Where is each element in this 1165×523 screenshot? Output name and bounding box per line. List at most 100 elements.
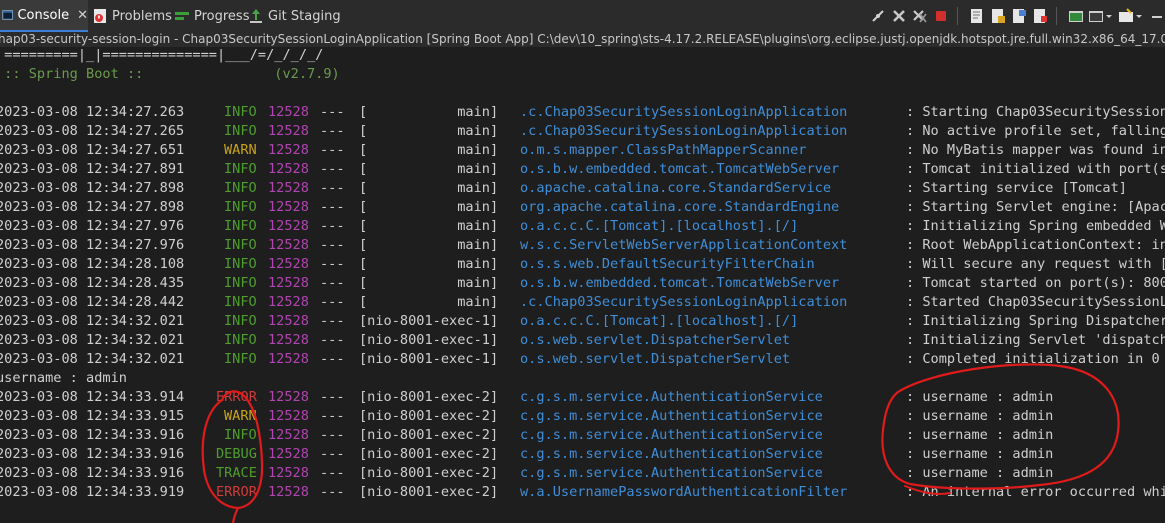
pin-console-icon[interactable] [1067, 7, 1084, 25]
plain-output: username : admin [0, 370, 127, 386]
log-line: username : admin [0, 369, 1165, 388]
log-thread: [nio-8001-exec-1] [359, 332, 499, 348]
log-line: 2023-03-08 12:34:27.898 INFO 12528 --- [ mai… [0, 179, 1165, 198]
log-message: : No active profile set, falling back to… [906, 123, 1165, 139]
log-logger: .c.Chap03SecuritySessionLoginApplication [520, 294, 848, 310]
log-separator: --- [320, 484, 345, 500]
log-separator: --- [320, 123, 345, 139]
log-logger: c.g.s.m.service.AuthenticationService [520, 465, 823, 481]
clear-console-icon[interactable] [968, 7, 985, 25]
banner-line: :: Spring Boot :: (v2.7.9) [0, 66, 340, 82]
log-pid: 12528 [268, 332, 309, 348]
log-pid: 12528 [268, 427, 309, 443]
log-separator: --- [320, 104, 345, 120]
log-logger: c.g.s.m.service.AuthenticationService [520, 408, 823, 424]
log-pid: 12528 [268, 408, 309, 424]
log-line: 2023-03-08 12:34:32.021 INFO 12528 --- [nio-… [0, 331, 1165, 350]
disconnect-icon[interactable] [869, 7, 886, 25]
problems-icon [94, 9, 106, 23]
log-separator: --- [320, 446, 345, 462]
console-icon [2, 10, 14, 20]
log-line: 2023-03-08 12:34:33.919 ERROR 12528 --- [nio… [0, 483, 1165, 502]
log-logger: o.s.web.servlet.DispatcherServlet [520, 332, 791, 348]
log-message: : Will secure any request with [org.spri… [906, 256, 1165, 272]
log-timestamp: 2023-03-08 12:34:28.108 [0, 256, 185, 272]
log-logger: o.s.s.web.DefaultSecurityFilterChain [520, 256, 815, 272]
console-toolbar [865, 6, 1165, 26]
log-thread: [ main] [359, 275, 499, 291]
log-pid: 12528 [268, 180, 309, 196]
log-message: : Tomcat initialized with port(s): 8001 … [906, 161, 1165, 177]
log-separator: --- [320, 161, 345, 177]
remove-all-terminated-icon[interactable] [911, 7, 928, 25]
log-separator: --- [320, 408, 345, 424]
log-pid: 12528 [268, 313, 309, 329]
log-timestamp: 2023-03-08 12:34:32.021 [0, 313, 185, 329]
log-line: 2023-03-08 12:34:28.435 INFO 12528 --- [ mai… [0, 274, 1165, 293]
log-separator: --- [320, 294, 345, 310]
log-separator: --- [320, 465, 345, 481]
log-logger: o.apache.catalina.core.StandardService [520, 180, 831, 196]
log-timestamp: 2023-03-08 12:34:32.021 [0, 332, 185, 348]
log-message: : Starting Servlet engine: [Apache Tomca… [906, 199, 1165, 215]
log-timestamp: 2023-03-08 12:34:33.916 [0, 427, 185, 443]
log-timestamp: 2023-03-08 12:34:27.263 [0, 104, 185, 120]
log-logger: .c.Chap03SecuritySessionLoginApplication [520, 104, 848, 120]
log-level: INFO [224, 427, 257, 443]
console-output[interactable]: =========|_|==============|___/=/_/_/_/ … [0, 47, 1165, 523]
log-logger: c.g.s.m.service.AuthenticationService [520, 427, 823, 443]
log-pid: 12528 [268, 237, 309, 253]
log-message: : Root WebApplicationContext: initializa… [906, 237, 1165, 253]
log-pid: 12528 [268, 142, 309, 158]
log-timestamp: 2023-03-08 12:34:27.265 [0, 123, 185, 139]
log-thread: [ main] [359, 294, 499, 310]
log-level: INFO [224, 104, 257, 120]
tab-problems[interactable]: Problems [92, 0, 172, 32]
log-level: INFO [224, 237, 257, 253]
log-thread: [nio-8001-exec-2] [359, 427, 499, 443]
show-on-output-icon[interactable] [1031, 7, 1048, 25]
word-wrap-icon[interactable] [1010, 7, 1027, 25]
log-thread: [nio-8001-exec-2] [359, 465, 499, 481]
log-line: 2023-03-08 12:34:33.916 INFO 12528 --- [nio-… [0, 426, 1165, 445]
log-timestamp: 2023-03-08 12:34:28.435 [0, 275, 185, 291]
log-thread: [ main] [359, 161, 499, 177]
log-timestamp: 2023-03-08 12:34:33.915 [0, 408, 185, 424]
tab-console[interactable]: Console ✕ [0, 0, 88, 32]
log-timestamp: 2023-03-08 12:34:27.891 [0, 161, 185, 177]
log-logger: o.a.c.c.C.[Tomcat].[localhost].[/] [520, 313, 799, 329]
toolbar-separator [1056, 7, 1057, 25]
log-message: : Tomcat started on port(s): 8001 (http) [906, 275, 1165, 291]
open-console-icon[interactable] [1118, 7, 1144, 25]
log-thread: [nio-8001-exec-1] [359, 313, 499, 329]
log-logger: o.s.b.w.embedded.tomcat.TomcatWebServer [520, 275, 840, 291]
log-message: : Completed initialization in 0 ms [906, 351, 1165, 367]
view-tab-bar: Console ✕ Problems Progress Git Staging [0, 0, 1165, 32]
log-message: : Initializing Servlet 'dispatcherServle… [906, 332, 1165, 348]
log-separator: --- [320, 313, 345, 329]
log-logger: o.s.b.w.embedded.tomcat.TomcatWebServer [520, 161, 840, 177]
log-timestamp: 2023-03-08 12:34:27.898 [0, 199, 185, 215]
log-pid: 12528 [268, 351, 309, 367]
log-logger: o.a.c.c.C.[Tomcat].[localhost].[/] [520, 218, 799, 234]
log-thread: [ main] [359, 123, 499, 139]
log-level: INFO [224, 218, 257, 234]
scroll-lock-icon[interactable] [989, 7, 1006, 25]
terminate-icon[interactable] [932, 7, 949, 25]
log-thread: [nio-8001-exec-2] [359, 446, 499, 462]
banner-line: =========|_|==============|___/=/_/_/_/ [0, 47, 324, 63]
tab-progress[interactable]: Progress [174, 0, 249, 32]
log-thread: [ main] [359, 199, 499, 215]
remove-launch-icon[interactable] [890, 7, 907, 25]
close-icon[interactable]: ✕ [77, 8, 88, 23]
tab-git-staging[interactable]: Git Staging [248, 0, 341, 32]
log-line: 2023-03-08 12:34:27.976 INFO 12528 --- [ mai… [0, 236, 1165, 255]
console-title: hap03-security-session-login - Chap03Sec… [0, 32, 1165, 47]
log-level: WARN [224, 142, 257, 158]
display-selected-console-icon[interactable] [1088, 7, 1114, 25]
log-timestamp: 2023-03-08 12:34:32.021 [0, 351, 185, 367]
log-thread: [ main] [359, 218, 499, 234]
log-logger: o.s.web.servlet.DispatcherServlet [520, 351, 791, 367]
minimize-icon[interactable] [1148, 7, 1165, 25]
log-separator: --- [320, 237, 345, 253]
